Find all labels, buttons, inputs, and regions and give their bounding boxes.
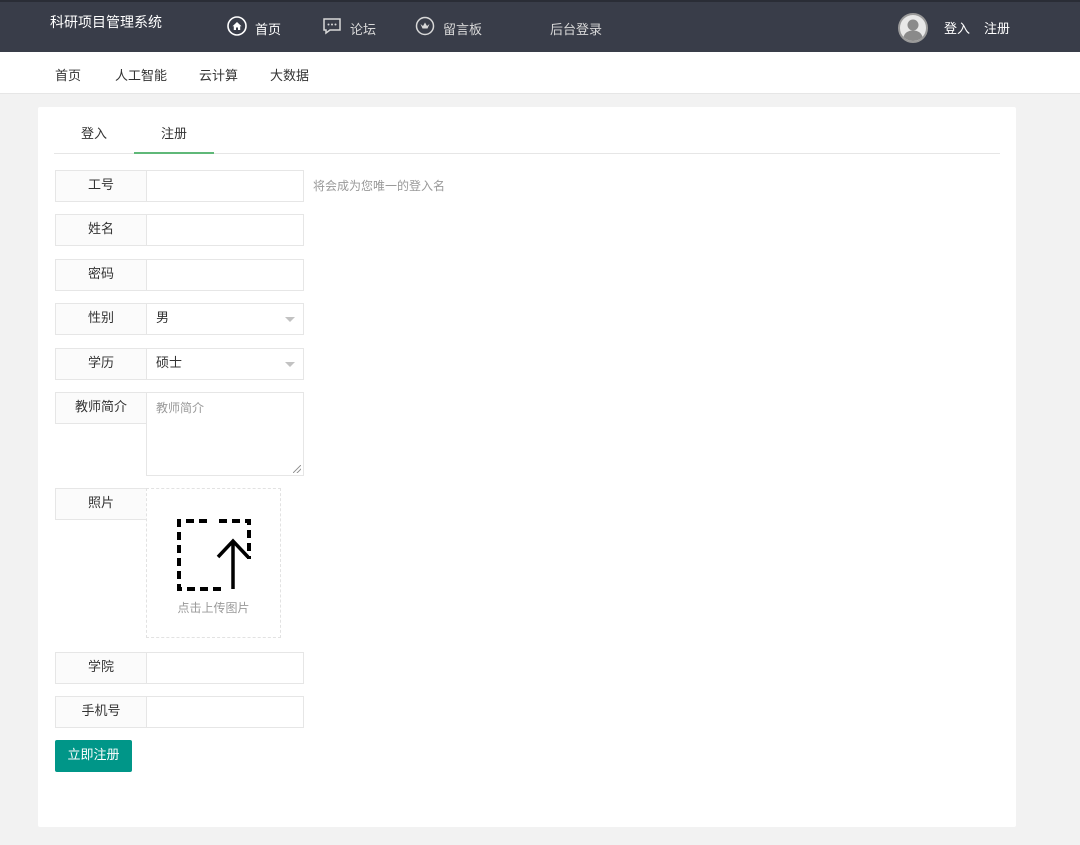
category-cloud-computing[interactable]: 云计算 (199, 65, 238, 84)
nav-forum-label: 论坛 (350, 22, 377, 38)
nav-forum[interactable]: 论坛 (322, 17, 376, 39)
tab-register[interactable]: 注册 (134, 117, 214, 154)
app-title: 科研项目管理系统 (50, 15, 162, 31)
name-input[interactable] (146, 214, 304, 246)
chevron-down-icon (285, 317, 295, 322)
nav-home-label: 首页 (255, 22, 282, 38)
category-home[interactable]: 首页 (55, 65, 81, 84)
nav-admin-login-label: 后台登录 (550, 22, 603, 38)
intro-placeholder: 教师简介 (156, 401, 205, 415)
chevron-down-icon (285, 362, 295, 367)
gender-select[interactable]: 男 (146, 303, 304, 335)
education-select[interactable]: 硕士 (146, 348, 304, 380)
header-login-link[interactable]: 登入 (944, 18, 970, 37)
college-label: 学院 (55, 652, 147, 684)
password-label: 密码 (55, 259, 147, 291)
password-input[interactable] (146, 259, 304, 291)
register-submit-button[interactable]: 立即注册 (55, 740, 132, 772)
nav-home[interactable]: 首页 (227, 16, 282, 40)
category-ai[interactable]: 人工智能 (115, 65, 167, 84)
nav-message-board-label: 留言板 (443, 22, 483, 38)
intro-textarea[interactable]: 教师简介 (146, 392, 304, 476)
name-label: 姓名 (55, 214, 147, 246)
education-value: 硕士 (156, 356, 183, 371)
resize-grip-icon[interactable] (293, 465, 301, 473)
photo-label: 照片 (55, 488, 147, 520)
education-label: 学历 (55, 348, 147, 380)
id-hint: 将会成为您唯一的登入名 (313, 179, 446, 193)
phone-input[interactable] (146, 696, 304, 728)
college-input[interactable] (146, 652, 304, 684)
gender-label: 性别 (55, 303, 147, 335)
id-input[interactable] (146, 170, 304, 202)
tab-login[interactable]: 登入 (54, 117, 134, 154)
category-nav: 首页 人工智能 云计算 大数据 (0, 52, 1080, 94)
phone-label: 手机号 (55, 696, 147, 728)
nav-message-board[interactable]: 留言板 (415, 16, 483, 40)
intro-label: 教师简介 (55, 392, 147, 424)
photo-upload-area[interactable]: 点击上传图片 (146, 488, 281, 638)
header-register-link[interactable]: 注册 (984, 18, 1010, 37)
id-label: 工号 (55, 170, 147, 202)
message-board-icon (415, 16, 435, 40)
register-card: 登入 注册 工号 将会成为您唯一的登入名 姓名 密码 性别 男 学历 硕士 教师… (38, 107, 1016, 827)
category-big-data[interactable]: 大数据 (270, 65, 309, 84)
upload-text: 点击上传图片 (177, 601, 250, 615)
upload-icon (177, 517, 252, 596)
nav-admin-login[interactable]: 后台登录 (550, 17, 602, 39)
gender-value: 男 (156, 311, 170, 326)
chat-icon (322, 17, 342, 39)
avatar[interactable] (898, 13, 928, 43)
auth-tabs: 登入 注册 (54, 117, 1000, 154)
top-navbar: 科研项目管理系统 首页 论坛 留言板 后台登录 登入 注册 (0, 0, 1080, 52)
home-icon (227, 16, 247, 40)
